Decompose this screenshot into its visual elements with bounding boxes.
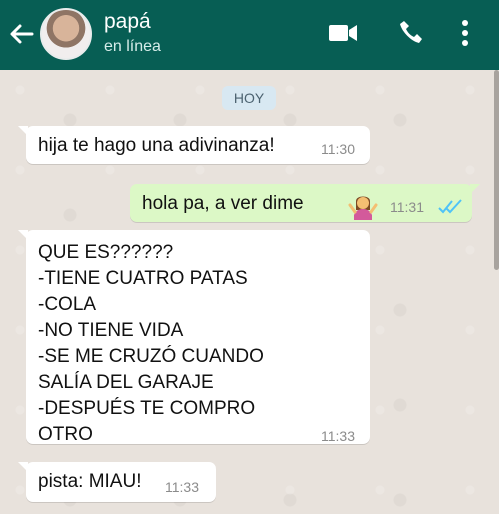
- scrollbar[interactable]: [494, 70, 499, 270]
- chat-header: papá en línea: [0, 0, 499, 70]
- double-check-icon: [438, 199, 462, 214]
- contact-name[interactable]: papá: [104, 10, 151, 34]
- date-chip: HOY: [222, 86, 276, 110]
- message-time: 11:33: [321, 428, 355, 444]
- phone-icon[interactable]: [397, 18, 425, 46]
- online-status: en línea: [104, 38, 161, 55]
- contact-avatar[interactable]: [40, 8, 92, 60]
- video-call-icon[interactable]: [328, 22, 358, 44]
- message-bubble[interactable]: QUE ES?????? -TIENE CUATRO PATAS -COLA -…: [18, 230, 370, 445]
- message-bubble[interactable]: hija te hago una adivinanza! 11:30: [18, 126, 370, 164]
- message-time: 11:33: [165, 479, 199, 495]
- message-text: hija te hago una adivinanza!: [38, 135, 275, 156]
- message-time: 11:31: [390, 199, 424, 215]
- message-bubble[interactable]: hola pa, a ver dime 11:31: [130, 184, 480, 222]
- woman-shrugging-icon: [348, 196, 378, 220]
- message-text: hola pa, a ver dime: [142, 193, 304, 214]
- back-arrow-icon[interactable]: [8, 22, 34, 46]
- menu-icon[interactable]: [459, 18, 471, 48]
- message-time: 11:30: [321, 141, 355, 157]
- message-text: pista: MIAU!: [38, 471, 142, 492]
- message-text: QUE ES?????? -TIENE CUATRO PATAS -COLA -…: [38, 242, 264, 445]
- message-bubble[interactable]: pista: MIAU! 11:33: [18, 462, 216, 502]
- chat-area[interactable]: HOY hija te hago una adivinanza! 11:30 h…: [0, 70, 499, 514]
